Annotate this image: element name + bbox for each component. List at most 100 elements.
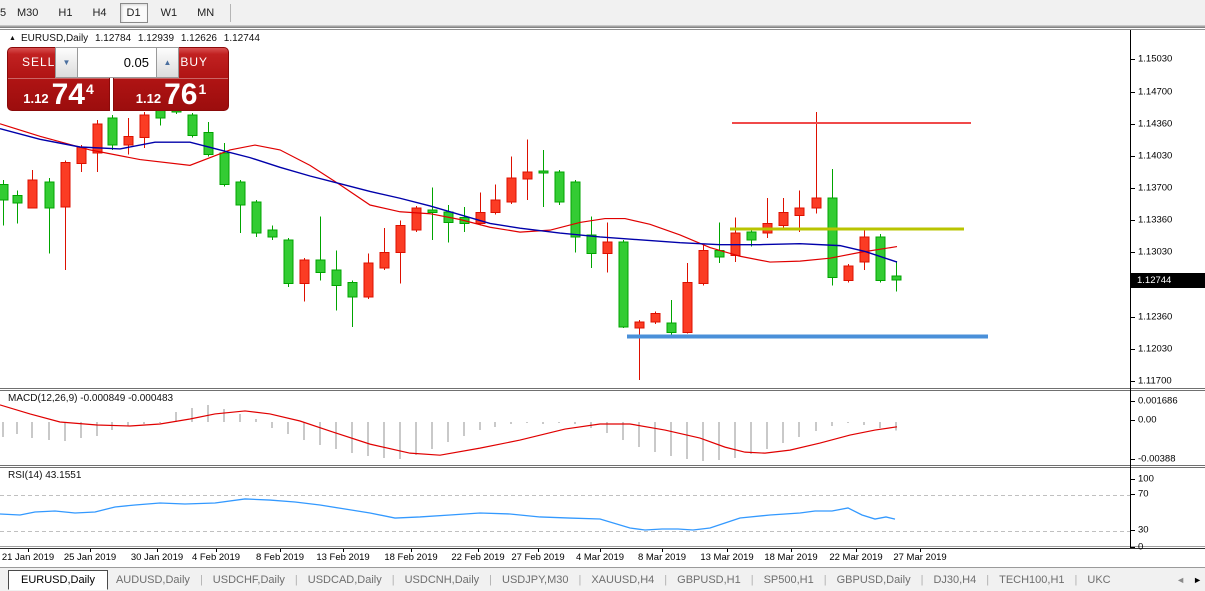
macd-histogram-bar — [415, 422, 417, 456]
macd-histogram-bar — [431, 422, 433, 450]
volume-decrease-button[interactable]: ▼ — [56, 48, 77, 77]
current-price-tag: 1.12744 — [1131, 273, 1205, 288]
macd-histogram-bar — [702, 422, 704, 462]
chart-tab-ukc[interactable]: UKC — [1079, 572, 1118, 588]
date-axis-label: 13 Feb 2019 — [316, 552, 370, 563]
volume-input[interactable]: 0.05 — [77, 48, 157, 77]
tab-scroll-left-icon[interactable]: ◄ — [1176, 575, 1185, 585]
macd-histogram-bar — [574, 422, 576, 425]
macd-histogram-bar — [831, 422, 833, 427]
macd-histogram-bar — [96, 422, 98, 437]
ohlc-high: 1.12939 — [137, 33, 175, 44]
price-scale-label: 1.11700 — [1138, 375, 1172, 387]
candlestick — [187, 114, 198, 136]
tab-divider: | — [986, 573, 990, 586]
macd-histogram-bar — [319, 422, 321, 446]
sell-price-prefix: 1.12 — [23, 91, 49, 106]
date-axis-label: 4 Mar 2019 — [575, 552, 625, 563]
date-axis-label: 13 Mar 2019 — [700, 552, 754, 563]
macd-histogram-bar — [48, 422, 50, 441]
volume-increase-button[interactable]: ▲ — [157, 48, 178, 77]
macd-histogram-bar — [766, 422, 768, 450]
sell-price: 1.12 74 4 — [8, 78, 109, 110]
price-scale-label: 1.13700 — [1138, 182, 1173, 194]
chart-tab-gbpusd-h1[interactable]: GBPUSD,H1 — [669, 572, 749, 588]
chart-tab-gbpusd-daily[interactable]: GBPUSD,Daily — [829, 572, 919, 588]
date-axis-label: 8 Mar 2019 — [637, 552, 687, 563]
macd-histogram-bar — [686, 422, 688, 460]
candlestick — [650, 312, 661, 323]
macd-histogram-bar — [510, 422, 512, 425]
date-axis-label: 4 Feb 2019 — [191, 552, 241, 563]
candlestick — [586, 234, 597, 254]
macd-scale-label: 0.00 — [1138, 414, 1157, 426]
symbol-period-label: EURUSD,Daily — [20, 33, 89, 44]
candlestick — [107, 117, 118, 146]
price-scale-label: 1.13360 — [1138, 214, 1173, 226]
macd-histogram-bar — [542, 422, 544, 425]
price-scale-label: 1.13030 — [1138, 246, 1173, 258]
price-scale-label: 1.14360 — [1138, 118, 1173, 130]
sell-button-label: SELL — [22, 55, 56, 69]
candlestick — [538, 170, 549, 174]
price-scale-label: 1.12360 — [1138, 311, 1173, 323]
tab-scroll-arrows: ◄ ► — [1170, 568, 1202, 591]
ohlc-open: 1.12784 — [94, 33, 132, 44]
macd-histogram-bar — [335, 422, 337, 450]
rsi-scale-label: 100 — [1138, 473, 1154, 485]
date-axis-label: 8 Feb 2019 — [255, 552, 305, 563]
candlestick — [203, 131, 214, 156]
candlestick — [283, 239, 294, 284]
macd-histogram-bar — [223, 408, 225, 422]
chart-tab-eurusd-daily[interactable]: EURUSD,Daily — [8, 569, 108, 590]
tab-scroll-right-icon[interactable]: ► — [1193, 575, 1202, 585]
price-scale-label: 1.14030 — [1138, 150, 1173, 162]
date-axis-label: 30 Jan 2019 — [130, 552, 184, 563]
chart-tab-usdcad-daily[interactable]: USDCAD,Daily — [300, 572, 390, 588]
tab-divider: | — [920, 573, 924, 586]
chart-tab-sp500-h1[interactable]: SP500,H1 — [756, 572, 822, 588]
date-axis-label: 22 Mar 2019 — [829, 552, 883, 563]
macd-histogram-bar — [479, 422, 481, 431]
macd-histogram-bar — [494, 422, 496, 428]
candlestick — [522, 171, 533, 180]
chart-tab-tech100-h1[interactable]: TECH100,H1 — [991, 572, 1072, 588]
tab-divider: | — [578, 573, 582, 586]
macd-histogram-bar — [80, 422, 82, 439]
chart-tab-dj30-h4[interactable]: DJ30,H4 — [925, 572, 984, 588]
candlestick — [778, 212, 789, 226]
date-axis-label: 18 Mar 2019 — [764, 552, 818, 563]
macd-histogram-bar — [734, 422, 736, 459]
macd-scale-label: 0.001686 — [1138, 395, 1178, 407]
macd-histogram-bar — [750, 422, 752, 455]
chart-tab-usdchf-daily[interactable]: USDCHF,Daily — [205, 572, 293, 588]
chart-tab-xauusd-h4[interactable]: XAUUSD,H4 — [583, 572, 662, 588]
candlestick — [12, 194, 23, 204]
candlestick — [682, 281, 693, 334]
candlestick — [267, 229, 278, 238]
macd-histogram-bar — [622, 422, 624, 441]
macd-histogram-bar — [271, 422, 273, 429]
chart-title-bar: ▲ EURUSD,Daily 1.12784 1.12939 1.12626 1.… — [9, 33, 264, 44]
macd-histogram-bar — [287, 422, 289, 435]
macd-histogram-bar — [399, 422, 401, 460]
macd-histogram-bar — [463, 422, 465, 437]
date-axis-label: 27 Mar 2019 — [893, 552, 947, 563]
chart-tab-audusd-daily[interactable]: AUDUSD,Daily — [108, 572, 198, 588]
tab-divider: | — [489, 573, 493, 586]
collapse-arrow-icon[interactable]: ▲ — [9, 35, 16, 42]
mt4-window: 5 M30 H1 H4 D1 W1 MN ▲ EURUSD,Daily 1.12784 1.… — [0, 0, 1205, 591]
date-axis-label: 27 Feb 2019 — [511, 552, 565, 563]
macd-histogram-bar — [159, 422, 161, 424]
candlestick — [427, 209, 438, 214]
candlestick — [506, 177, 517, 203]
macd-histogram-bar — [64, 422, 66, 442]
candlestick — [60, 161, 71, 208]
chart-tab-usdjpy-m30[interactable]: USDJPY,M30 — [494, 572, 576, 588]
macd-histogram-bar — [526, 422, 528, 424]
buy-price: 1.12 76 1 — [114, 78, 228, 110]
chart-tab-usdcnh-daily[interactable]: USDCNH,Daily — [397, 572, 488, 588]
buy-price-pip: 1 — [198, 80, 207, 97]
candlestick — [411, 207, 422, 231]
candlestick — [634, 321, 645, 329]
